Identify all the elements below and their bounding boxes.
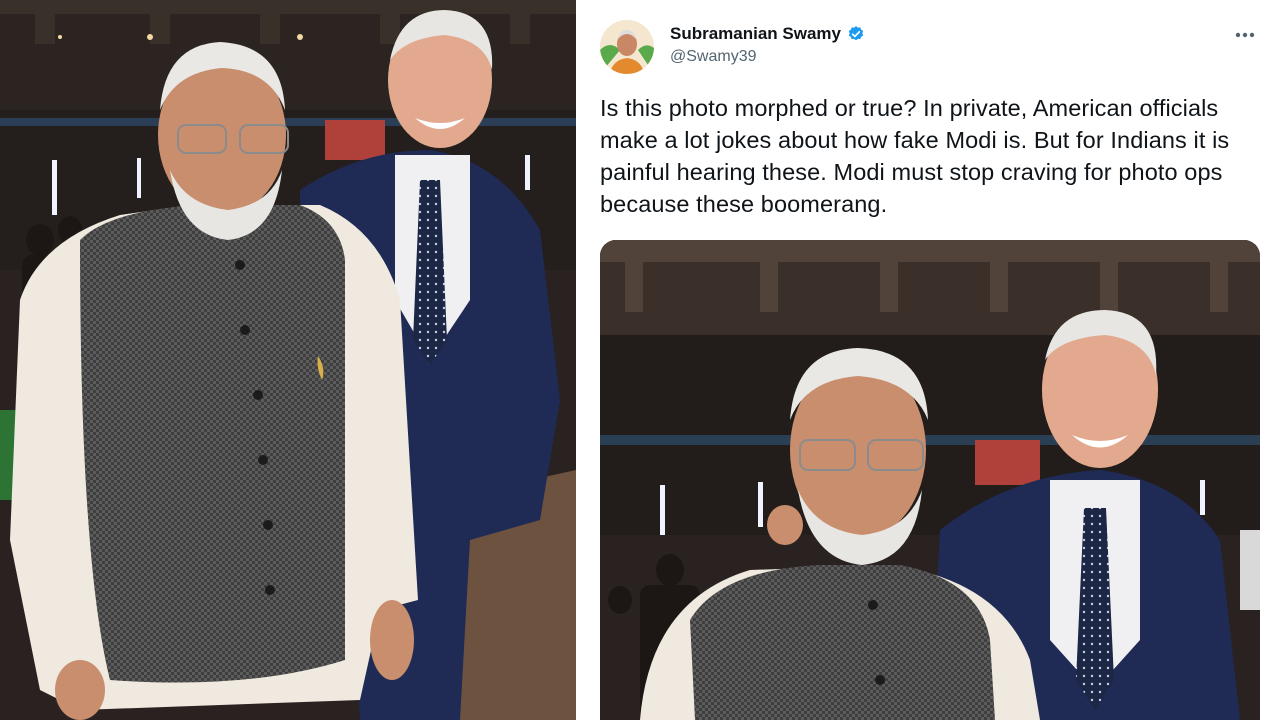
verified-badge-icon [848, 26, 864, 41]
author-name[interactable]: Subramanian Swamy [670, 24, 865, 44]
tweet-media-image[interactable] [600, 240, 1260, 720]
left-photo [0, 0, 576, 720]
author-name-text: Subramanian Swamy [670, 24, 842, 43]
tweet-photo-illustration [600, 240, 1260, 720]
avatar[interactable] [600, 20, 654, 74]
tweet-card: Subramanian Swamy @Swamy39 Is this photo… [580, 0, 1280, 720]
author-handle[interactable]: @Swamy39 [670, 48, 757, 66]
avatar-image [600, 20, 654, 74]
photo-left-illustration [0, 0, 576, 720]
tweet-text: Is this photo morphed or true? In privat… [600, 95, 1230, 217]
more-options-icon[interactable] [1232, 22, 1258, 48]
more-dots-icon [1235, 32, 1255, 38]
